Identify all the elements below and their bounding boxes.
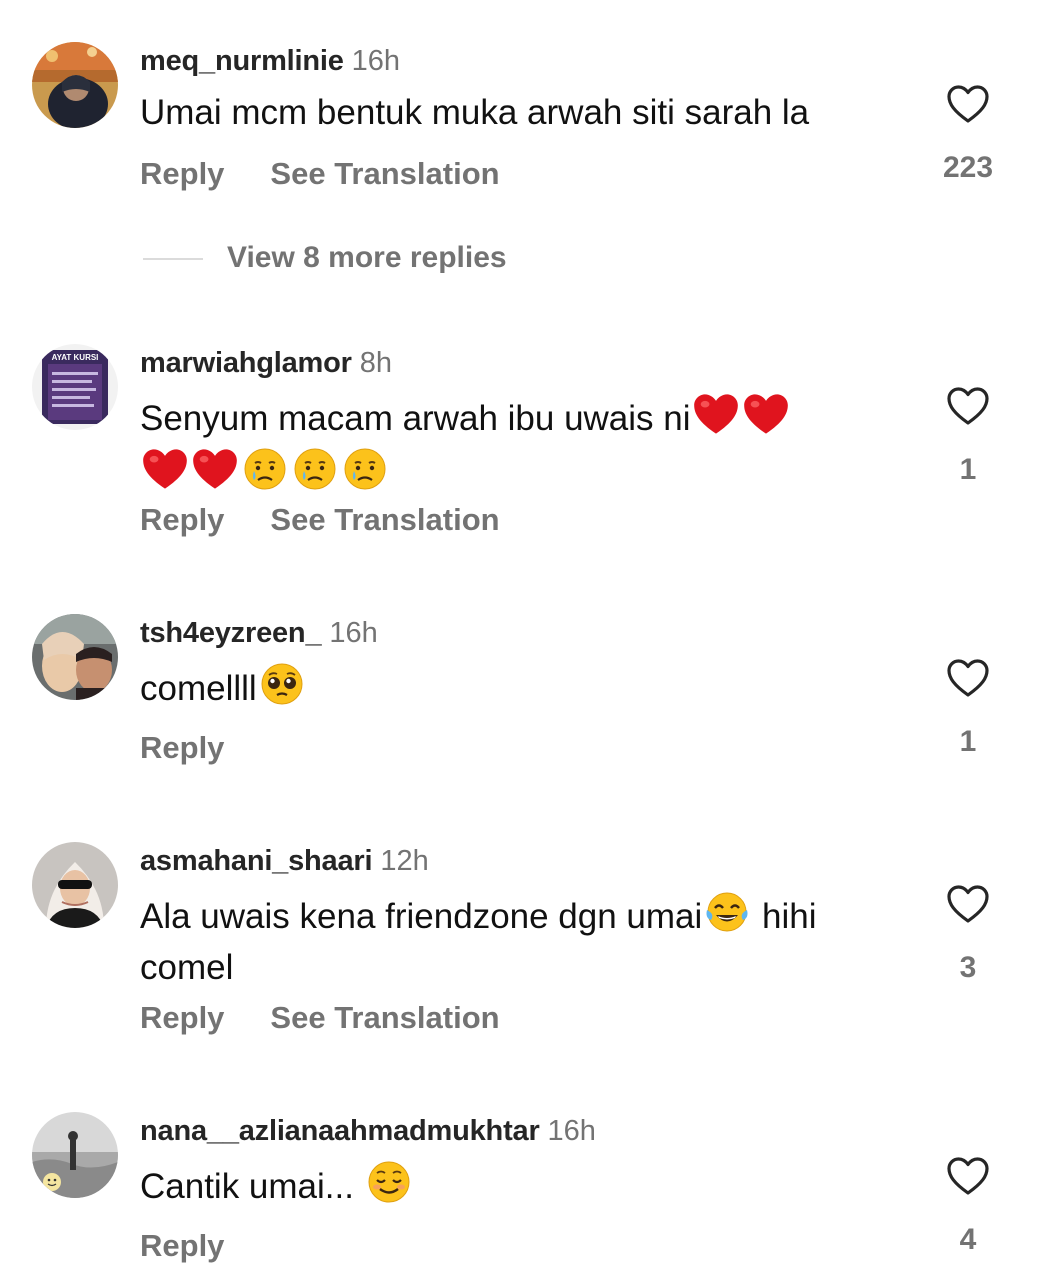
like-control: 223 <box>938 84 998 186</box>
comment-meta: meq_nurmlinie 16h <box>140 44 400 78</box>
divider-line <box>143 258 203 261</box>
heart-outline-icon[interactable] <box>938 884 998 924</box>
reply-button[interactable]: Reply <box>140 156 224 191</box>
comment-meta: asmahani_shaari 12h <box>140 844 429 878</box>
red-heart-emoji <box>692 392 740 447</box>
username[interactable]: nana__azlianaahmadmukhtar <box>140 1115 540 1147</box>
username[interactable]: meq_nurmlinie <box>140 45 344 77</box>
timestamp: 12h <box>380 845 429 877</box>
timestamp: 16h <box>547 1115 596 1147</box>
red-heart-emoji <box>742 392 790 447</box>
username[interactable]: marwiahglamor <box>140 347 352 379</box>
reply-button[interactable]: Reply <box>140 1000 224 1035</box>
like-count: 223 <box>942 151 994 184</box>
comment-actions: Reply <box>140 728 224 768</box>
heart-outline-icon[interactable] <box>938 1156 998 1196</box>
heart-outline-icon[interactable] <box>938 386 998 426</box>
see-translation-button[interactable]: See Translation <box>270 502 499 537</box>
comment-text: Cantik umai... <box>140 1160 910 1215</box>
tears-of-joy-emoji <box>703 890 751 945</box>
heart-outline-icon[interactable] <box>938 658 998 698</box>
avatar[interactable]: AYAT KURSI <box>32 344 118 430</box>
comment-item: tsh4eyzreen_ 16h comellll Reply 1 <box>0 614 1043 774</box>
heart-outline-icon[interactable] <box>938 84 998 124</box>
comment-meta: marwiahglamor 8h <box>140 346 392 380</box>
like-control: 1 <box>938 658 998 760</box>
timestamp: 8h <box>359 347 393 379</box>
avatar[interactable] <box>32 614 118 700</box>
crying-face-emoji <box>341 447 389 502</box>
comment-text: Umai mcm bentuk muka arwah siti sarah la <box>140 93 810 132</box>
comment-text: Ala uwais kena friendzone dgn umai hihi … <box>140 890 910 990</box>
comment-item: meq_nurmlinie 16h Umai mcm bentuk muka ar… <box>0 0 1043 300</box>
red-heart-emoji <box>141 447 189 502</box>
like-count: 3 <box>959 951 977 984</box>
comment-actions: Reply See Translation <box>140 500 500 540</box>
reply-button[interactable]: Reply <box>140 730 224 765</box>
pleading-face-emoji <box>258 662 306 717</box>
avatar[interactable] <box>32 842 118 928</box>
comment-actions: Reply See Translation <box>140 998 500 1038</box>
comment-text: Senyum macam arwah ibu uwais ni <box>140 392 910 502</box>
comment-text: comellll <box>140 662 910 717</box>
reply-button[interactable]: Reply <box>140 1228 224 1263</box>
comment-actions: Reply See Translation <box>140 154 500 194</box>
see-translation-button[interactable]: See Translation <box>270 156 499 191</box>
view-replies-button[interactable]: View 8 more replies <box>143 238 507 278</box>
like-count: 1 <box>959 453 977 486</box>
like-control: 4 <box>938 1156 998 1258</box>
smiling-face-emoji <box>365 1160 413 1215</box>
avatar-caption: AYAT KURSI <box>52 353 99 362</box>
timestamp: 16h <box>329 617 378 649</box>
username[interactable]: tsh4eyzreen_ <box>140 617 322 649</box>
comment-actions: Reply <box>140 1226 224 1266</box>
see-translation-button[interactable]: See Translation <box>270 1000 499 1035</box>
reply-button[interactable]: Reply <box>140 502 224 537</box>
like-control: 3 <box>938 884 998 986</box>
comment-meta: nana__azlianaahmadmukhtar 16h <box>140 1114 596 1148</box>
red-heart-emoji <box>191 447 239 502</box>
timestamp: 16h <box>351 45 401 77</box>
comment-meta: tsh4eyzreen_ 16h <box>140 616 378 650</box>
comment-item: nana__azlianaahmadmukhtar 16h Cantik umai… <box>0 1112 1043 1280</box>
crying-face-emoji <box>241 447 289 502</box>
like-count: 1 <box>959 725 977 758</box>
avatar[interactable] <box>32 42 118 128</box>
like-control: 1 <box>938 386 998 488</box>
comment-item: asmahani_shaari 12h Ala uwais kena friend… <box>0 842 1043 1052</box>
like-count: 4 <box>959 1223 977 1256</box>
avatar[interactable] <box>32 1112 118 1198</box>
username[interactable]: asmahani_shaari <box>140 845 373 877</box>
crying-face-emoji <box>291 447 339 502</box>
comment-item: AYAT KURSI marwiahglamor 8h Senyum macam … <box>0 344 1043 554</box>
